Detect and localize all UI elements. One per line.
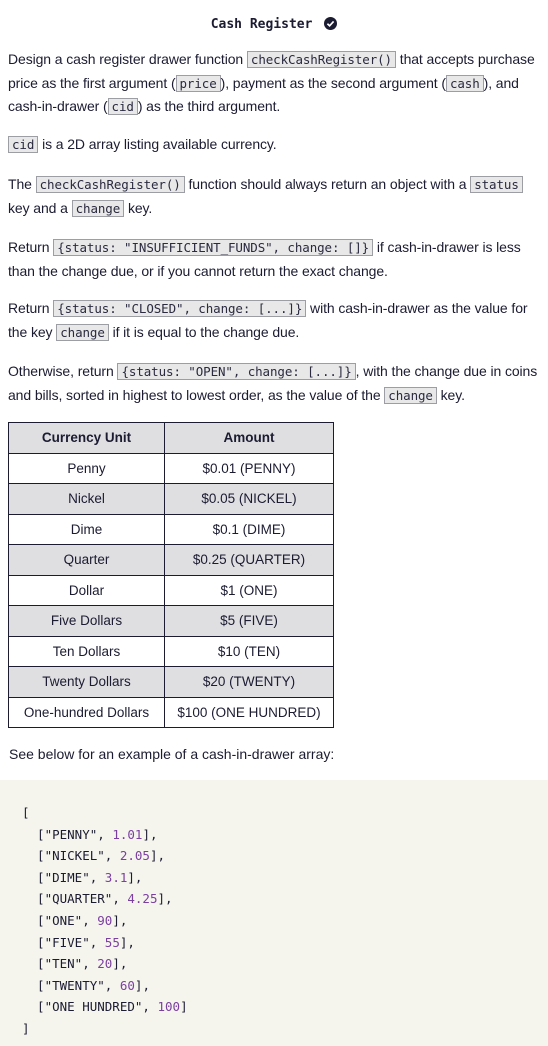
currency-unit-cell: One-hundred Dollars: [8, 696, 165, 728]
text: Otherwise, return: [8, 363, 118, 379]
return-object-paragraph: The checkCashRegister() function should …: [8, 173, 542, 220]
text: key and a: [8, 199, 72, 216]
inline-code: change: [56, 323, 109, 341]
amount-cell: $0.01 (PENNY): [164, 452, 334, 484]
description-paragraph: Design a cash register drawer function c…: [8, 48, 542, 119]
currency-unit-cell: Dime: [8, 513, 165, 545]
text: ), payment as the second argument (: [220, 74, 446, 91]
code-value: 90: [97, 912, 113, 928]
insufficient-funds-paragraph: Return {status: "INSUFFICIENT_FUNDS", ch…: [8, 236, 542, 282]
closed-paragraph: Return {status: "CLOSED", change: [...]}…: [8, 297, 542, 344]
code-key: "PENNY": [44, 826, 98, 842]
table-row: Dime $0.1 (DIME): [8, 513, 334, 545]
currency-unit-cell: Quarter: [8, 544, 165, 576]
text: if it is equal to the change due.: [108, 323, 300, 340]
open-paragraph: Otherwise, return {status: "OPEN", chang…: [8, 360, 542, 407]
code-example: [ ["PENNY", 1.01], ["NICKEL", 2.05], ["D…: [22, 805, 188, 1036]
currency-unit-cell: Penny: [8, 452, 165, 484]
code-key: "DIME": [44, 869, 90, 885]
inline-code: cash: [445, 74, 484, 92]
amount-cell: $100 (ONE HUNDRED): [164, 696, 334, 728]
table-row: Ten Dollars $10 (TEN): [8, 635, 334, 667]
table-header-row: Currency Unit Amount: [8, 422, 334, 454]
challenge-page: Cash Register Design a cash register dra…: [0, 0, 548, 1046]
text: key.: [436, 386, 465, 403]
text: The: [8, 176, 36, 192]
amount-cell: $5 (FIVE): [164, 605, 334, 637]
text: is a 2D array listing available currency…: [38, 136, 277, 152]
text: key.: [124, 199, 153, 216]
challenge-title: Cash Register: [210, 17, 313, 32]
table-row: One-hundred Dollars $100 (ONE HUNDRED): [8, 696, 334, 728]
table-row: Five Dollars $5 (FIVE): [8, 605, 334, 637]
text: function should always return an object …: [184, 176, 471, 192]
inline-code: {status: "OPEN", change: [...]}: [117, 363, 356, 380]
column-header: Currency Unit: [8, 422, 165, 454]
text: Return: [8, 300, 54, 316]
text: Return: [8, 239, 54, 255]
code-value: 100: [157, 999, 181, 1015]
code-value: 1.01: [112, 826, 143, 842]
amount-cell: $1 (ONE): [164, 574, 334, 606]
example-note: See below for an example of a cash-in-dr…: [9, 746, 335, 762]
table-row: Quarter $0.25 (QUARTER): [8, 544, 334, 576]
table-row: Nickel $0.05 (NICKEL): [8, 483, 334, 515]
column-header: Amount: [164, 422, 334, 454]
table-row: Twenty Dollars $20 (TWENTY): [8, 666, 334, 698]
code-example-block: [ ["PENNY", 1.01], ["NICKEL", 2.05], ["D…: [0, 780, 548, 1046]
code-key: "TEN": [44, 956, 83, 972]
inline-code: status: [470, 176, 523, 193]
amount-cell: $0.05 (NICKEL): [164, 483, 334, 515]
code-key: "QUARTER": [44, 891, 113, 907]
code-value: 4.25: [127, 891, 158, 907]
inline-code: cid: [8, 136, 39, 153]
currency-unit-cell: Twenty Dollars: [8, 666, 165, 698]
currency-unit-cell: Nickel: [8, 483, 165, 515]
amount-cell: $0.1 (DIME): [164, 513, 334, 545]
code-key: "FIVE": [44, 934, 90, 950]
inline-code: {status: "INSUFFICIENT_FUNDS", change: […: [53, 239, 374, 256]
text: ) as the third argument.: [137, 98, 281, 114]
inline-code: {status: "CLOSED", change: [...]}: [53, 300, 307, 317]
text: Design a cash register drawer function: [8, 51, 247, 67]
code-key: "NICKEL": [44, 848, 105, 864]
code-value: 2.05: [119, 848, 150, 864]
table-row: Penny $0.01 (PENNY): [8, 452, 334, 484]
inline-code: price: [175, 74, 221, 92]
inline-code: cid: [107, 98, 138, 115]
amount-cell: $10 (TEN): [164, 635, 334, 667]
currency-unit-cell: Five Dollars: [8, 605, 165, 637]
amount-cell: $0.25 (QUARTER): [164, 544, 334, 576]
inline-code: checkCashRegister(): [246, 51, 396, 68]
check-circle-icon: [324, 17, 338, 34]
inline-code: checkCashRegister(): [35, 176, 185, 193]
inline-code: change: [384, 386, 437, 404]
code-key: "TWENTY": [44, 977, 105, 993]
currency-unit-cell: Ten Dollars: [8, 635, 165, 667]
amount-cell: $20 (TWENTY): [164, 666, 334, 698]
inline-code: change: [71, 199, 125, 217]
table-row: Dollar $1 (ONE): [8, 574, 334, 606]
code-key: "ONE": [44, 912, 83, 928]
challenge-title-row: Cash Register: [0, 17, 548, 34]
code-value: 3.1: [104, 869, 128, 885]
code-value: 55: [104, 934, 120, 950]
code-close-bracket: ]: [22, 1020, 30, 1036]
cid-paragraph: cid is a 2D array listing available curr…: [8, 133, 542, 157]
code-value: 60: [119, 977, 135, 993]
currency-table: Currency Unit Amount Penny $0.01 (PENNY)…: [8, 422, 334, 728]
code-key: "ONE HUNDRED": [44, 999, 143, 1015]
code-open-bracket: [: [22, 805, 30, 820]
code-value: 20: [97, 956, 113, 972]
currency-unit-cell: Dollar: [8, 574, 165, 606]
